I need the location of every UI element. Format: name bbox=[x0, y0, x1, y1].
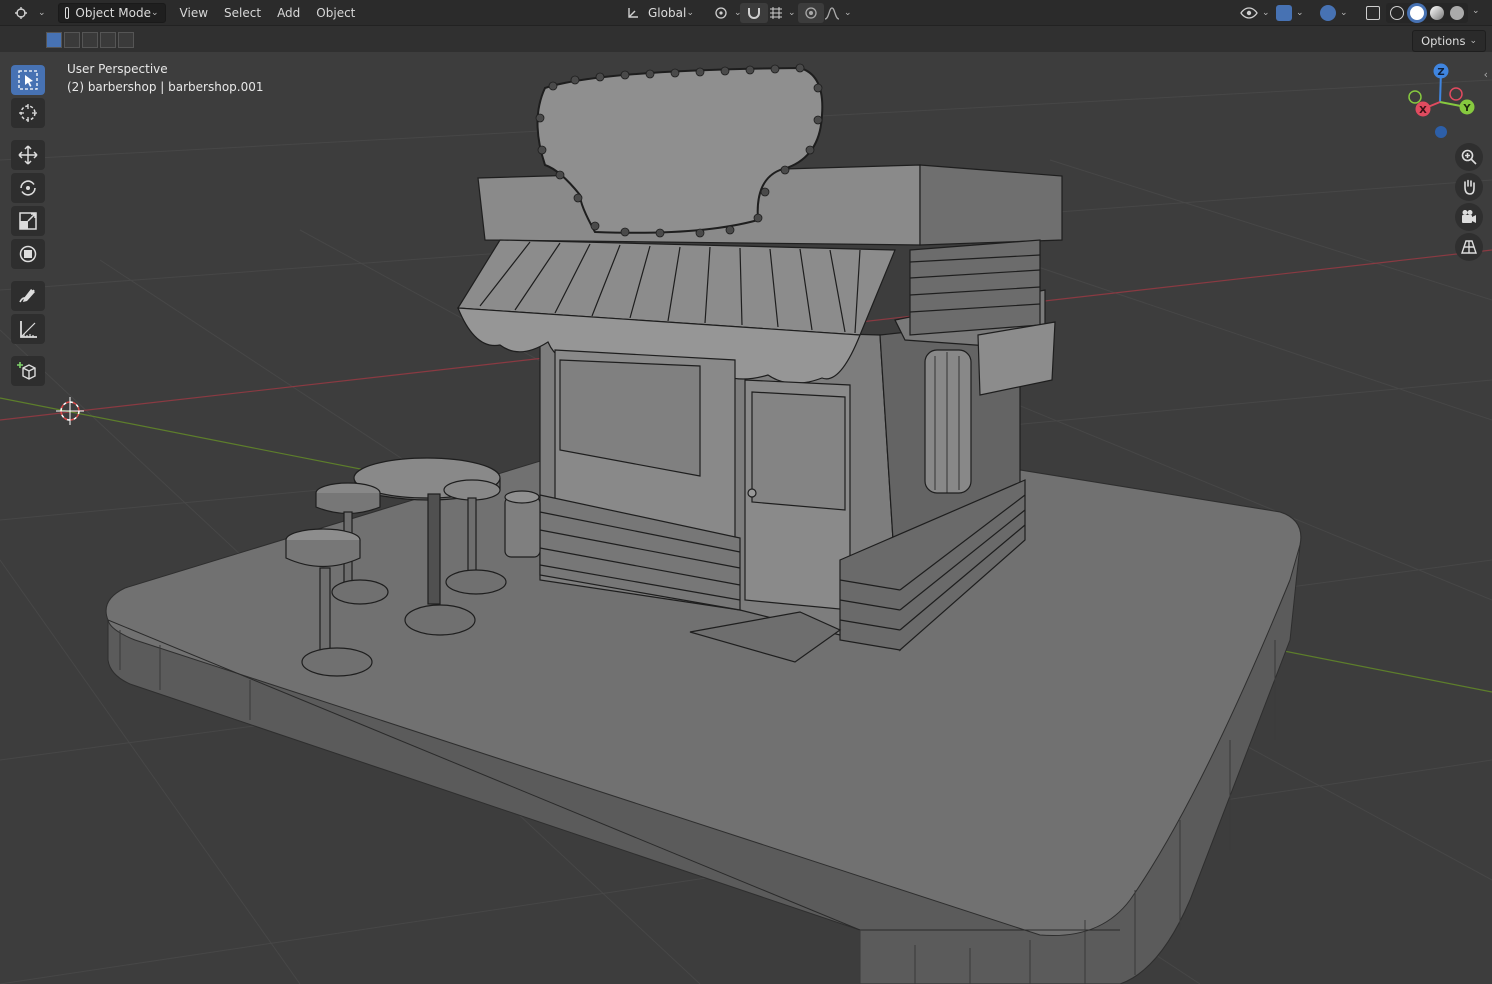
falloff-curve-icon bbox=[824, 6, 840, 20]
annotate-icon bbox=[19, 289, 35, 303]
menu-object[interactable]: Object bbox=[308, 3, 363, 23]
chevron-down-icon: ⌄ bbox=[788, 7, 796, 18]
viewport-info: User Perspective (2) barbershop | barber… bbox=[67, 60, 264, 96]
transform-tool[interactable] bbox=[11, 239, 45, 269]
measure-tool[interactable] bbox=[11, 314, 45, 344]
pivot-icon bbox=[715, 6, 727, 19]
add-cube-icon bbox=[17, 362, 36, 380]
move-icon bbox=[18, 145, 38, 165]
chevron-down-icon: ⌄ bbox=[1469, 36, 1477, 46]
editor-type-button[interactable]: ⌄ bbox=[8, 3, 52, 23]
sidebar-toggle-icon[interactable]: ‹ bbox=[1484, 68, 1488, 81]
select-extend-icon[interactable] bbox=[64, 32, 80, 48]
gizmo-x-label: X bbox=[1419, 105, 1427, 116]
chevron-down-icon: ⌄ bbox=[38, 7, 46, 18]
snap-grid-icon bbox=[770, 6, 782, 19]
material-shading-icon[interactable] bbox=[1430, 5, 1444, 20]
select-subtract-icon[interactable] bbox=[82, 32, 98, 48]
viewport-header: ⌄ Object Mode ⌄ View Select Add Object G… bbox=[0, 0, 1492, 26]
editor-type-icon bbox=[15, 6, 27, 19]
move-tool[interactable] bbox=[11, 140, 45, 170]
xray-icon bbox=[1366, 5, 1380, 20]
hand-icon bbox=[1464, 179, 1475, 195]
overlays-icon bbox=[1320, 4, 1336, 21]
3d-cursor bbox=[56, 397, 84, 425]
overlays-toggle[interactable]: ⌄ bbox=[1314, 3, 1354, 23]
mode-label: Object Mode bbox=[75, 5, 151, 20]
chevron-down-icon: ⌄ bbox=[686, 7, 694, 18]
select-new-icon[interactable] bbox=[46, 32, 62, 48]
gizmo-icon bbox=[1276, 4, 1292, 21]
rendered-shading-icon[interactable] bbox=[1450, 5, 1464, 20]
chevron-down-icon: ⌄ bbox=[151, 7, 159, 18]
options-button[interactable]: Options ⌄ bbox=[1412, 30, 1486, 52]
3d-viewport[interactable]: User Perspective (2) barbershop | barber… bbox=[0, 52, 1492, 984]
orientation-label: Global bbox=[648, 5, 687, 20]
chevron-down-icon: ⌄ bbox=[1296, 7, 1304, 18]
tool-settings-bar: Options ⌄ bbox=[0, 26, 1492, 52]
left-toolbar bbox=[8, 62, 48, 389]
gizmo-y-label: Y bbox=[1462, 103, 1471, 114]
solid-shading-icon[interactable] bbox=[1410, 5, 1424, 20]
rotate-tool[interactable] bbox=[11, 173, 45, 203]
ortho-toggle-button[interactable] bbox=[1455, 233, 1483, 261]
annotate-tool[interactable] bbox=[11, 281, 45, 311]
rotate-icon bbox=[20, 180, 36, 196]
selection-mode-group bbox=[46, 32, 136, 48]
cursor-tool[interactable] bbox=[11, 98, 45, 128]
transform-orientation-dropdown[interactable]: Global ⌄ bbox=[620, 3, 700, 23]
chevron-down-icon: ⌄ bbox=[1340, 7, 1348, 18]
options-label: Options bbox=[1421, 34, 1466, 48]
menu-view[interactable]: View bbox=[172, 3, 216, 23]
add-cube-tool[interactable] bbox=[11, 356, 45, 386]
barbershop-building bbox=[456, 66, 1063, 663]
scene-render bbox=[0, 63, 1492, 984]
scale-tool[interactable] bbox=[11, 206, 45, 236]
xray-toggle[interactable] bbox=[1360, 3, 1386, 23]
zoom-button[interactable] bbox=[1455, 143, 1483, 171]
shading-mode-group bbox=[1386, 2, 1468, 23]
object-info-label: (2) barbershop | barbershop.001 bbox=[67, 80, 264, 94]
chevron-down-icon: ⌄ bbox=[1262, 7, 1270, 18]
scale-icon bbox=[19, 212, 37, 230]
menu-add[interactable]: Add bbox=[269, 3, 308, 23]
shading-options-chevron-icon[interactable]: ⌄ bbox=[1472, 6, 1480, 16]
chevron-down-icon: ⌄ bbox=[844, 7, 852, 18]
transform-icon bbox=[19, 245, 37, 263]
magnet-icon bbox=[748, 7, 760, 19]
eye-icon bbox=[1240, 6, 1258, 19]
wireframe-shading-icon[interactable] bbox=[1390, 5, 1404, 20]
falloff-dropdown[interactable]: ⌄ bbox=[818, 3, 858, 23]
select-box-icon bbox=[18, 70, 38, 90]
select-invert-icon[interactable] bbox=[100, 32, 116, 48]
select-box-tool[interactable] bbox=[11, 65, 45, 95]
orientation-icon bbox=[628, 7, 638, 18]
gizmo-toggle[interactable]: ⌄ bbox=[1270, 3, 1310, 23]
snap-target-dropdown[interactable]: ⌄ bbox=[762, 3, 802, 23]
ruler-icon bbox=[20, 321, 37, 338]
view-name-label: User Perspective bbox=[67, 62, 168, 76]
camera-view-button[interactable] bbox=[1455, 203, 1483, 231]
navigation-gizmo[interactable]: Z Y X bbox=[1400, 62, 1484, 146]
grid-view-icon bbox=[1461, 240, 1477, 254]
select-intersect-icon[interactable] bbox=[118, 32, 134, 48]
menu-select[interactable]: Select bbox=[216, 3, 269, 23]
cursor-icon bbox=[19, 104, 37, 122]
gizmo-z-label: Z bbox=[1437, 67, 1444, 78]
pan-button[interactable] bbox=[1455, 173, 1483, 201]
zoom-icon bbox=[1461, 149, 1477, 165]
camera-icon bbox=[1462, 210, 1476, 223]
mode-dropdown[interactable]: Object Mode ⌄ bbox=[57, 2, 166, 23]
object-mode-icon bbox=[64, 6, 70, 19]
proportional-edit-icon bbox=[805, 6, 817, 19]
